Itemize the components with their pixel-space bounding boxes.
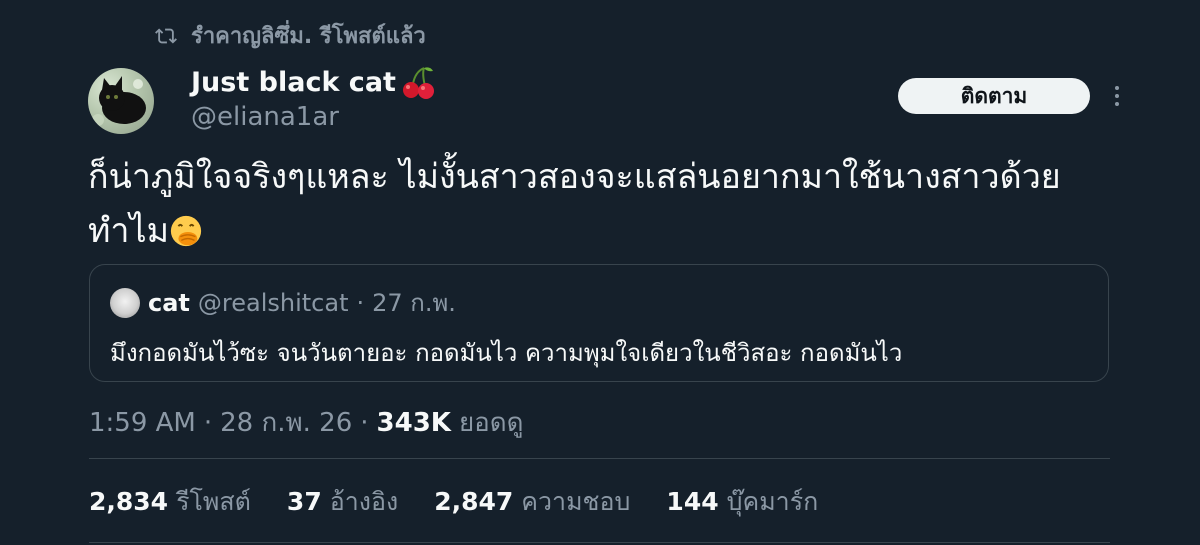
- stat-bookmarks[interactable]: 144 บุ๊คมาร์ก: [666, 482, 818, 522]
- stat-count: 2,834: [89, 487, 169, 516]
- stat-label: อ้างอิง: [329, 487, 399, 516]
- stat-quotes[interactable]: 37 อ้างอิง: [287, 482, 398, 522]
- author-avatar[interactable]: [88, 68, 154, 134]
- stat-label: บุ๊คมาร์ก: [726, 487, 819, 516]
- quoted-author-name: cat: [148, 288, 190, 317]
- tweet-date[interactable]: 28 ก.พ. 26: [220, 402, 352, 443]
- quoted-tweet-header: cat @realshitcat · 27 ก.พ.: [110, 283, 456, 322]
- repost-icon: [155, 28, 177, 43]
- quoted-tweet-card[interactable]: cat @realshitcat · 27 ก.พ. มึงกอดมันไว้ซ…: [89, 264, 1109, 382]
- quoted-author-avatar: [110, 287, 140, 318]
- repost-header-text: รำคาญลิซึ่ม. รีโพสต์แล้ว: [191, 24, 426, 49]
- divider: [89, 542, 1110, 543]
- divider: [89, 458, 1110, 459]
- meta-separator: ·: [203, 408, 213, 438]
- stat-label: รีโพสต์: [176, 487, 251, 516]
- stat-count: 2,847: [434, 487, 514, 516]
- cherry-icon: [402, 67, 434, 99]
- views-count: 343K: [376, 408, 451, 438]
- hand-over-mouth-emoji: [170, 215, 202, 247]
- more-options-icon[interactable]: [1104, 80, 1130, 112]
- views-label: ยอดดู: [458, 408, 524, 438]
- author-name[interactable]: Just black cat: [191, 64, 436, 100]
- quoted-tweet-text: มึงกอดมันไว้ซะ จนวันตายอะ กอดมันไว ความพ…: [110, 339, 903, 367]
- more-dot: [1115, 102, 1119, 106]
- tweet-text: ก็น่าภูมิใจจริงๆแหละ ไม่งั้นสาวสองจะแสล่…: [88, 150, 1118, 258]
- more-dot: [1115, 86, 1119, 90]
- stat-count: 144: [666, 487, 719, 516]
- author-handle[interactable]: @eliana1ar: [191, 102, 339, 132]
- stat-count: 37: [286, 487, 322, 516]
- tweet-meta: 1:59 AM · 28 ก.พ. 26 · 343K ยอดดู: [89, 402, 524, 443]
- quoted-author-handle: @realshitcat: [197, 288, 349, 317]
- repost-header[interactable]: รำคาญลิซึ่ม. รีโพสต์แล้ว: [155, 18, 426, 53]
- meta-separator: ·: [360, 408, 369, 438]
- tweet-text-content: ก็น่าภูมิใจจริงๆแหละ ไม่งั้นสาวสองจะแสล่…: [88, 157, 1061, 251]
- stat-likes[interactable]: 2,847 ความชอบ: [434, 482, 630, 522]
- tweet-time[interactable]: 1:59 AM: [89, 408, 196, 438]
- engagement-stats: 2,834 รีโพสต์ 37 อ้างอิง 2,847 ความชอบ 1…: [89, 482, 818, 522]
- follow-button[interactable]: ติดตาม: [898, 78, 1090, 114]
- stat-reposts[interactable]: 2,834 รีโพสต์: [89, 482, 251, 522]
- tweet-detail-page: รำคาญลิซึ่ม. รีโพสต์แล้ว Just black cat …: [0, 0, 1200, 545]
- quoted-date: 27 ก.พ.: [372, 289, 456, 317]
- quoted-separator: ·: [356, 288, 365, 317]
- more-dot: [1115, 94, 1119, 98]
- author-name-text: Just black cat: [191, 66, 396, 98]
- black-cat-avatar: [92, 76, 146, 126]
- stat-label: ความชอบ: [521, 487, 631, 516]
